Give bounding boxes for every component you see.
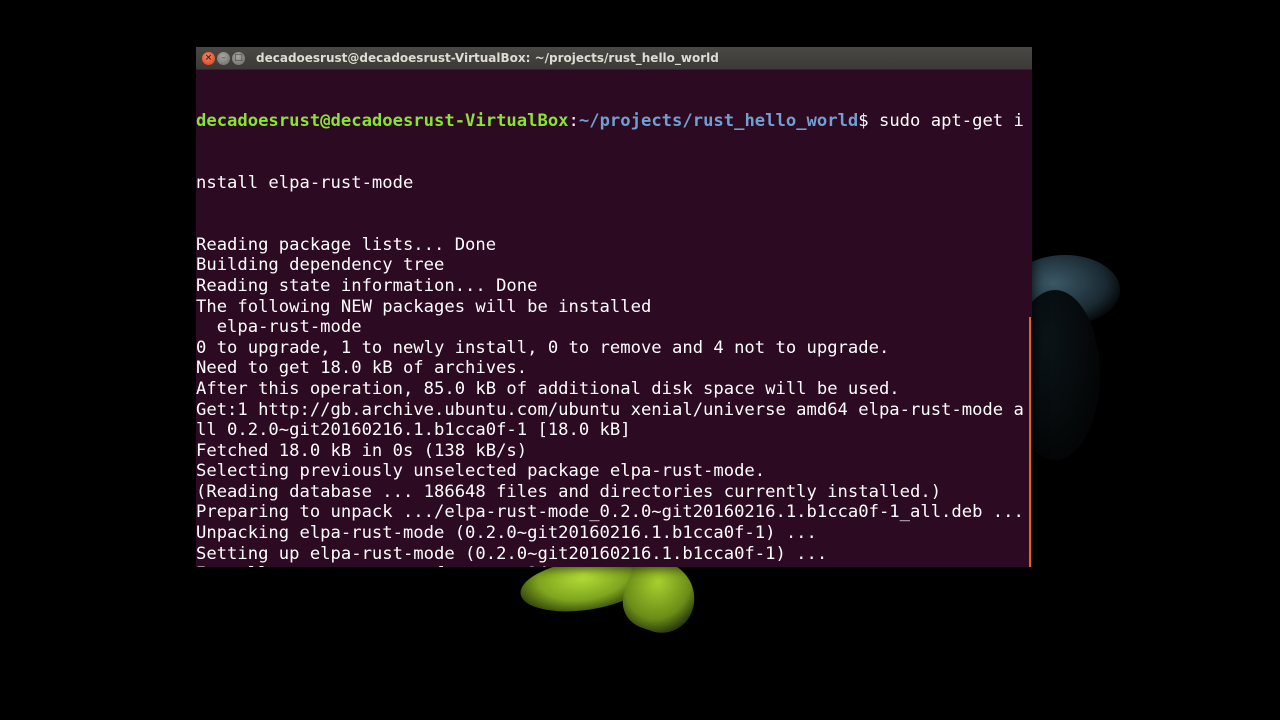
prompt-separator: : [568,111,579,132]
output-line: Reading package lists... Done [196,234,497,255]
prompt-path: ~/projects/rust_hello_world [578,111,859,132]
output-line: elpa-rust-mode [196,317,362,338]
output-lines: Reading package lists... Done Building de… [196,235,1032,567]
scroll-indicator[interactable] [1029,317,1031,567]
window-controls: × – □ [196,51,245,65]
terminal-window[interactable]: × – □ decadoesrust@decadoesrust-VirtualB… [196,47,1032,567]
output-line: (Reading database ... 186648 files and d… [196,481,942,502]
output-line: Setting up elpa-rust-mode (0.2.0~git2016… [196,543,828,564]
output-line: Get:1 http://gb.archive.ubuntu.com/ubunt… [196,399,1024,420]
output-line: ll 0.2.0~git20160216.1.b1cca0f-1 [18.0 k… [196,420,631,441]
output-line: Install emacsen-common for emacs24 [196,564,1032,567]
desktop: × – □ decadoesrust@decadoesrust-VirtualB… [0,0,1280,720]
window-title: decadoesrust@decadoesrust-VirtualBox: ~/… [256,51,719,65]
output-line: Building dependency tree [196,255,445,276]
command-text: sudo apt-get i [878,111,1024,132]
output-line: Fetched 18.0 kB in 0s (138 kB/s) [196,440,528,461]
prompt-dollar: $ [858,111,879,132]
output-line: Unpacking elpa-rust-mode (0.2.0~git20160… [196,523,817,544]
prompt-line: decadoesrust@decadoesrust-VirtualBox:~/p… [196,111,1032,132]
output-line: Preparing to unpack .../elpa-rust-mode_0… [196,502,1024,523]
command-continuation: nstall elpa-rust-mode [196,172,414,193]
minimize-icon[interactable]: – [217,51,230,65]
output-line: Need to get 18.0 kB of archives. [196,358,528,379]
title-bar[interactable]: × – □ decadoesrust@decadoesrust-VirtualB… [196,47,1032,70]
output-line: Selecting previously unselected package … [196,461,766,482]
output-line: Reading state information... Done [196,275,538,296]
prompt-user: decadoesrust@decadoesrust-VirtualBox [196,111,569,132]
output-line: After this operation, 85.0 kB of additio… [196,378,900,399]
maximize-icon[interactable]: □ [232,51,245,65]
terminal-output[interactable]: decadoesrust@decadoesrust-VirtualBox:~/p… [196,70,1032,567]
output-line: 0 to upgrade, 1 to newly install, 0 to r… [196,337,890,358]
close-icon[interactable]: × [202,51,215,65]
output-line: The following NEW packages will be insta… [196,296,652,317]
